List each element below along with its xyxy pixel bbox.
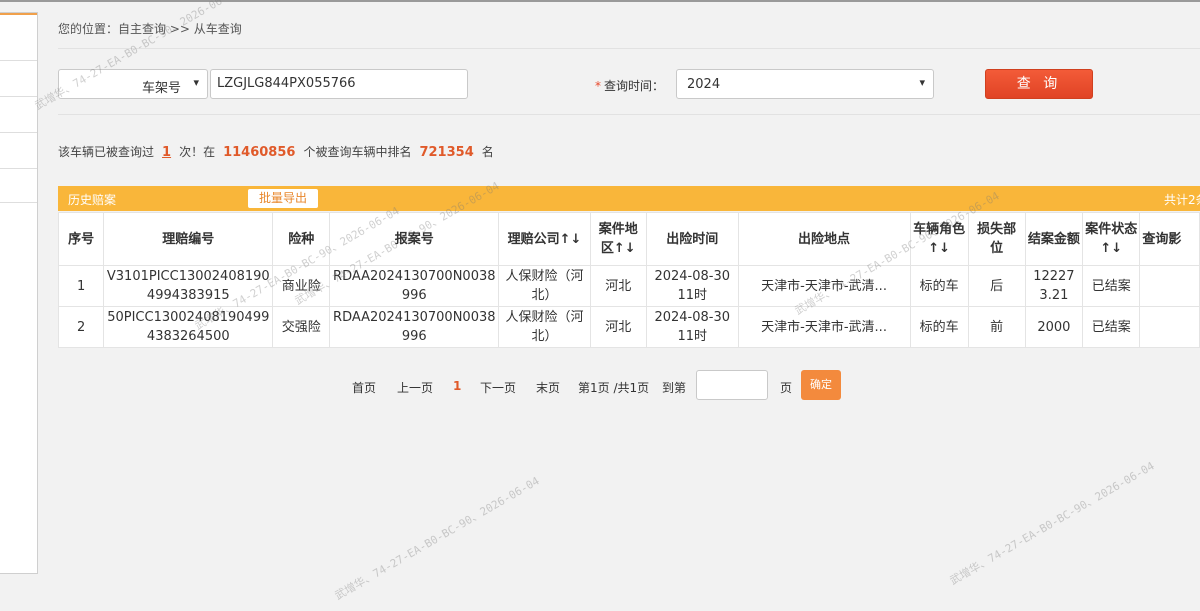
stats-prefix: 该车辆已被查询过: [58, 145, 155, 159]
col-header: 结案金额: [1024, 212, 1084, 266]
cell-vehicle-role: 标的车: [909, 306, 969, 348]
cell-loss-part: 前: [967, 306, 1026, 348]
cell-accident-location: 天津市-天津市-武清...: [737, 306, 911, 348]
batch-export-button[interactable]: 批量导出: [248, 189, 318, 208]
history-total: 共计2条: [1164, 193, 1200, 207]
first-page-link[interactable]: 首页: [352, 379, 376, 396]
cell-accident-time: 2024-08-30 11时: [645, 265, 739, 307]
cell-report-no: RDAA2024130700N0038996: [329, 306, 500, 348]
year-select[interactable]: 2024 ▾: [676, 69, 934, 99]
cell-loss-part: 后: [967, 265, 1026, 307]
watermark: 武增华、74-27-EA-B0-BC-90、2026-06-04: [332, 474, 542, 603]
cell-index: 2: [58, 306, 105, 348]
sidebar-divider: [0, 202, 37, 203]
query-stats: 该车辆已被查询过 1 次！在 11460856 个被查询车辆中排名 721354 名: [58, 143, 494, 160]
watermark: 武增华、74-27-EA-B0-BC-90、2026-06-04: [947, 459, 1157, 588]
sidebar-divider: [0, 132, 37, 133]
cell-company: 人保财险（河北）: [498, 306, 591, 348]
cell-query-image: [1139, 306, 1200, 348]
col-header: 查询影: [1139, 212, 1200, 266]
sidebar-divider: [0, 60, 37, 61]
query-time-label: * 查询时间：: [595, 77, 664, 94]
cell-index: 1: [58, 265, 105, 307]
cell-insurance-type: 交强险: [272, 306, 331, 348]
query-button[interactable]: 查 询: [985, 69, 1093, 99]
cell-amount: 2000: [1024, 306, 1084, 348]
cell-query-image: [1139, 265, 1200, 307]
total-queried: 11460856: [223, 145, 296, 160]
page-info: 第1页 /共1页: [578, 381, 650, 395]
last-page-link[interactable]: 末页: [536, 379, 560, 396]
next-page-link[interactable]: 下一页: [480, 379, 516, 396]
left-sidebar-panel: [0, 12, 38, 574]
col-header: 损失部位: [967, 212, 1026, 266]
divider: [58, 48, 1200, 49]
col-header-sortable[interactable]: 理赔公司↑↓: [498, 212, 591, 266]
cell-amount: 122273.21: [1024, 265, 1084, 307]
stats-suffix: 名: [481, 145, 494, 159]
table-header-row: 序号 理赔编号 险种 报案号 理赔公司↑↓ 案件地区↑↓ 出险时间 出险地点 车…: [58, 212, 1200, 266]
query-count: 1: [162, 145, 172, 160]
cell-status: 已结案: [1082, 265, 1141, 307]
goto-label: 到第: [662, 381, 687, 395]
chevron-down-icon: ▾: [193, 76, 199, 89]
current-page[interactable]: 1: [453, 379, 461, 393]
cell-company: 人保财险（河北）: [498, 265, 591, 307]
claims-table-wrapper: 序号 理赔编号 险种 报案号 理赔公司↑↓ 案件地区↑↓ 出险时间 出险地点 车…: [58, 212, 1200, 352]
col-header: 序号: [58, 212, 105, 266]
col-header: 理赔编号: [103, 212, 274, 266]
history-title: 历史赔案: [68, 193, 117, 207]
col-header-sortable[interactable]: 案件状态↑↓: [1082, 212, 1141, 266]
top-border: [0, 0, 1200, 2]
cell-region: 河北: [589, 265, 647, 307]
cell-vehicle-role: 标的车: [909, 265, 969, 307]
chevron-down-icon: ▾: [919, 76, 925, 89]
claims-table: 序号 理赔编号 险种 报案号 理赔公司↑↓ 案件地区↑↓ 出险时间 出险地点 车…: [58, 212, 1200, 348]
year-value: 2024: [687, 77, 721, 92]
pagination: 首页 上一页 1 下一页 末页 第1页 /共1页 到第 页 确定: [352, 370, 852, 402]
sidebar-active-marker: [0, 13, 37, 15]
rank: 721354: [419, 145, 474, 160]
search-type-value: 车架号: [141, 81, 181, 96]
col-header: 出险时间: [645, 212, 739, 266]
goto-page-input[interactable]: [696, 370, 768, 400]
divider: [58, 114, 1200, 115]
history-header-bar: 历史赔案 批量导出 共计2条: [58, 186, 1200, 211]
sidebar-divider: [0, 96, 37, 97]
stats-mid2: 个被查询车辆中排名: [303, 145, 412, 159]
prev-page-link[interactable]: 上一页: [397, 379, 433, 396]
cell-region: 河北: [589, 306, 647, 348]
vin-input[interactable]: LZGJLG844PX055766: [210, 69, 468, 99]
query-time-label-text: 查询时间：: [604, 79, 665, 93]
confirm-button[interactable]: 确定: [801, 370, 841, 400]
required-mark: *: [595, 79, 601, 93]
stats-mid1: 次！在: [179, 145, 216, 159]
col-header-sortable[interactable]: 案件地区↑↓: [589, 212, 647, 266]
cell-status: 已结案: [1082, 306, 1141, 348]
page-unit-label: 页: [780, 381, 793, 395]
cell-accident-time: 2024-08-30 11时: [645, 306, 739, 348]
cell-claim-no: 50PICC130024081904994383264500: [103, 306, 274, 348]
sidebar-divider: [0, 168, 37, 169]
